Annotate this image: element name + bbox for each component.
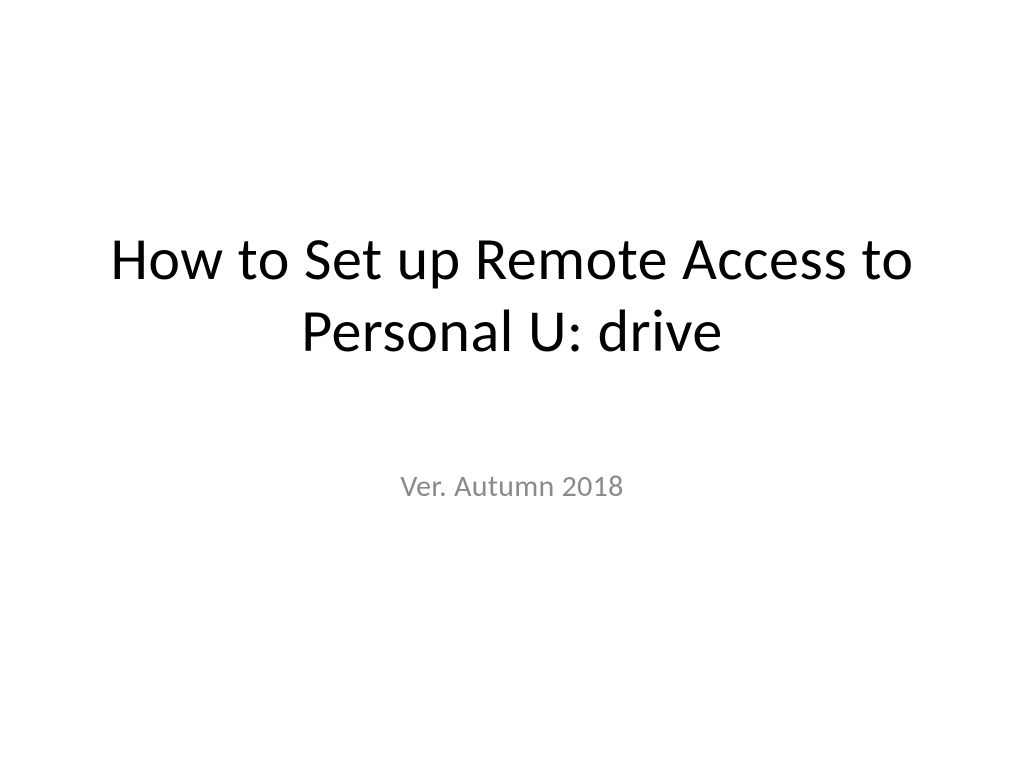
slide-subtitle: Ver. Autumn 2018 [60,468,964,505]
slide-title: How to Set up Remote Access to Personal … [60,224,964,368]
slide-container: How to Set up Remote Access to Personal … [0,224,1024,505]
